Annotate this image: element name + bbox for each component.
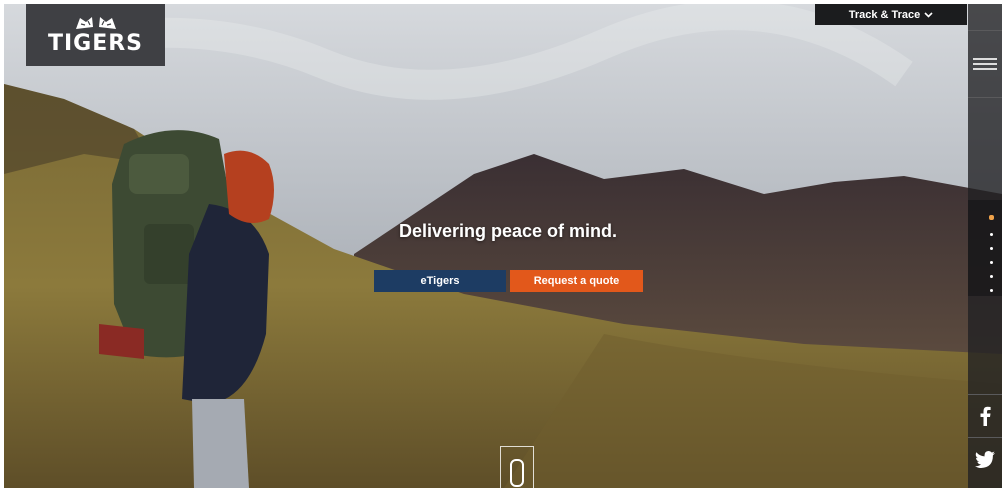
slide-dot-5[interactable] — [990, 275, 993, 278]
logo-text: TIGERS — [47, 31, 144, 56]
slide-dot-2[interactable] — [990, 233, 993, 236]
request-quote-button[interactable]: Request a quote — [510, 270, 643, 292]
hamburger-menu-button[interactable] — [968, 30, 1002, 98]
slide-dot-4[interactable] — [990, 261, 993, 264]
tigers-logo[interactable]: TIGERS — [26, 4, 165, 66]
slide-dot-3[interactable] — [990, 247, 993, 250]
twitter-link[interactable] — [968, 437, 1002, 480]
etigers-button[interactable]: eTigers — [374, 270, 506, 292]
facebook-link[interactable] — [968, 394, 1002, 437]
slide-pagination — [968, 200, 1002, 296]
scroll-down-indicator[interactable] — [500, 446, 534, 488]
hero-background-image — [4, 4, 1002, 488]
tiger-heads-icon — [75, 17, 116, 29]
hero-section: TIGERS Track & Trace Delivering peace of… — [4, 4, 1002, 488]
hamburger-menu-icon — [973, 58, 997, 70]
chevron-down-icon — [924, 11, 933, 18]
track-and-trace-button[interactable]: Track & Trace — [815, 4, 967, 25]
twitter-icon — [975, 450, 995, 468]
slide-dot-1[interactable] — [989, 215, 994, 220]
hero-tagline: Delivering peace of mind. — [398, 221, 618, 241]
facebook-icon — [980, 406, 991, 426]
track-and-trace-label: Track & Trace — [848, 8, 921, 21]
slide-dot-6[interactable] — [990, 289, 993, 292]
mouse-icon — [510, 459, 524, 487]
